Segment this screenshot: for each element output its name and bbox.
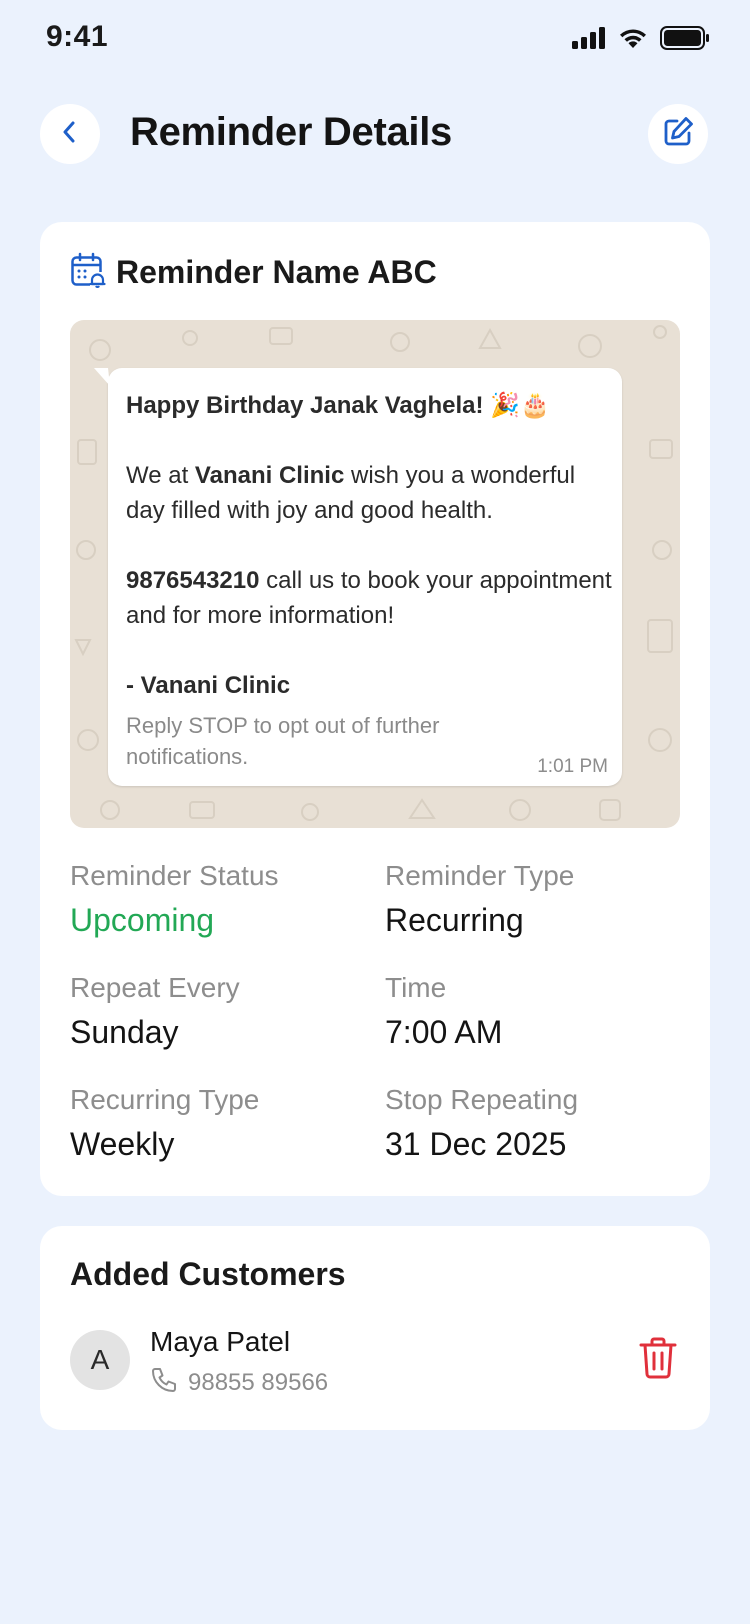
customer-name: Maya Patel xyxy=(150,1326,291,1357)
info-value: Recurring xyxy=(385,902,524,938)
back-button[interactable] xyxy=(40,104,100,164)
customer-phone-row: 98855 89566 xyxy=(150,1366,328,1399)
info-recurring-type: Recurring Type Weekly xyxy=(70,1084,370,1163)
info-value: 31 Dec 2025 xyxy=(385,1126,567,1162)
edit-pencil-icon xyxy=(661,115,695,154)
info-repeat-every: Repeat Every Sunday xyxy=(70,972,370,1051)
info-value: 7:00 AM xyxy=(385,1014,503,1050)
message-phone: 9876543210 xyxy=(126,567,260,594)
battery-icon xyxy=(660,26,710,55)
header: Reminder Details xyxy=(0,104,750,164)
info-stop-repeating: Stop Repeating 31 Dec 2025 xyxy=(385,1084,685,1163)
info-label: Repeat Every xyxy=(70,972,240,1003)
reminder-name-row: Reminder Name ABC xyxy=(70,252,437,293)
info-label: Time xyxy=(385,972,447,1003)
message-clinic-name: Vanani Clinic xyxy=(194,462,345,489)
info-label: Reminder Type xyxy=(385,860,575,891)
status-time: 9:41 xyxy=(46,20,109,53)
calendar-bell-icon xyxy=(70,252,106,293)
message-signature: Vanani Clinic xyxy=(140,672,291,699)
trash-icon xyxy=(638,1336,678,1385)
info-reminder-status: Reminder Status Upcoming xyxy=(70,860,370,939)
message-signature-prefix: - xyxy=(126,672,141,699)
status-bar: 9:41 xyxy=(0,0,750,80)
edit-button[interactable] xyxy=(648,104,708,164)
phone-icon xyxy=(150,1366,178,1399)
info-value: Weekly xyxy=(70,1126,175,1162)
info-reminder-type: Reminder Type Recurring xyxy=(385,860,685,939)
added-customers-card: Added Customers A Maya Patel 98855 89566 xyxy=(40,1226,710,1430)
customer-list-item[interactable]: A Maya Patel 98855 89566 xyxy=(70,1326,680,1406)
message-optout: Reply STOP to opt out of further notific… xyxy=(126,713,440,769)
avatar: A xyxy=(70,1330,130,1390)
reminder-name: Reminder Name ABC xyxy=(116,254,437,290)
cellular-signal-icon xyxy=(572,27,606,54)
message-greeting: Happy Birthday Janak Vaghela! 🎉🎂 xyxy=(126,392,550,419)
message-line1-prefix: We at xyxy=(126,462,195,489)
delete-customer-button[interactable] xyxy=(636,1336,680,1384)
page-title: Reminder Details xyxy=(130,110,452,154)
section-title: Added Customers xyxy=(70,1256,346,1292)
message-text: Happy Birthday Janak Vaghela! 🎉🎂 We at V… xyxy=(126,388,612,703)
customer-phone: 98855 89566 xyxy=(188,1368,329,1396)
status-value: Upcoming xyxy=(70,902,215,938)
chevron-left-icon xyxy=(56,118,84,151)
message-time: 1:01 PM xyxy=(537,756,608,777)
reminder-details-card: Reminder Name ABC Happy Birthday Janak V… xyxy=(40,222,710,1196)
info-label: Recurring Type xyxy=(70,1084,260,1115)
message-bubble: Happy Birthday Janak Vaghela! 🎉🎂 We at V… xyxy=(94,368,622,786)
message-preview: Happy Birthday Janak Vaghela! 🎉🎂 We at V… xyxy=(70,320,680,828)
bubble-tail xyxy=(94,368,110,386)
info-value: Sunday xyxy=(70,1014,179,1050)
info-time: Time 7:00 AM xyxy=(385,972,685,1051)
info-label: Stop Repeating xyxy=(385,1084,579,1115)
status-icons xyxy=(572,26,710,55)
wifi-icon xyxy=(618,27,648,54)
info-label: Reminder Status xyxy=(70,860,279,891)
